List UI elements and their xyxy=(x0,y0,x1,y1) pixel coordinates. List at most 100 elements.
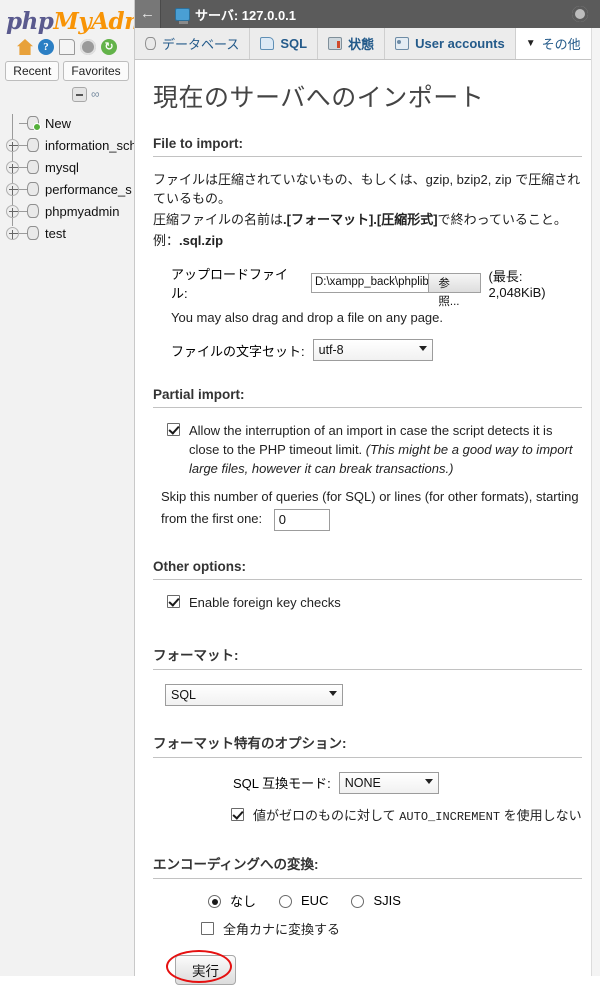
tree-item-performance-schema[interactable]: performance_s xyxy=(0,178,134,200)
foreign-key-row: Enable foreign key checks xyxy=(167,593,582,612)
ai-post: を使用しない xyxy=(500,807,582,823)
allow-interruption-label: Allow the interruption of an import in c… xyxy=(189,421,582,478)
tab-label: SQL xyxy=(280,36,308,51)
auto-increment-row: 値がゼロのものに対して AUTO_INCREMENT を使用しない xyxy=(231,806,582,827)
import-form: 現在のサーバへのインポート File to import: ファイルは圧縮されて… xyxy=(135,60,600,985)
upload-file-label: アップロードファイル: xyxy=(171,267,289,301)
tab-bar: データベース SQL 状態 User accounts ▼ その他 xyxy=(135,28,600,60)
tree-label: New xyxy=(45,115,72,131)
database-icon xyxy=(27,226,39,240)
allow-interruption-row: Allow the interruption of an import in c… xyxy=(167,421,582,478)
expand-icon[interactable] xyxy=(6,226,19,240)
desc3-bold: .sql.zip xyxy=(179,233,224,248)
auto-increment-checkbox[interactable] xyxy=(231,807,244,821)
tree-item-test[interactable]: test xyxy=(0,222,134,244)
encoding-label-sjis: SJIS xyxy=(373,892,401,908)
encoding-radio-sjis[interactable] xyxy=(351,895,365,909)
back-button[interactable]: ← xyxy=(135,0,161,28)
status-icon xyxy=(328,37,343,50)
sql-compat-select-wrapper: NONE xyxy=(338,771,439,794)
format-select[interactable]: SQL xyxy=(165,683,343,706)
tab-status[interactable]: 状態 xyxy=(318,28,386,59)
scroll-strip[interactable] xyxy=(591,28,600,976)
encoding-radio-group: なし EUC SJIS xyxy=(203,891,582,910)
allow-interruption-checkbox[interactable] xyxy=(167,423,180,436)
tab-user-accounts[interactable]: User accounts xyxy=(385,28,516,59)
browse-button[interactable]: 参照... xyxy=(428,274,480,308)
sql-compat-label: SQL 互換モード: xyxy=(233,776,331,792)
foreign-key-checkbox[interactable] xyxy=(167,594,180,608)
execute-button-wrapper: 実行 xyxy=(166,949,236,985)
file-path-value: D:\xampp_back\phplibs.s xyxy=(314,276,429,288)
tree-label: information_sch xyxy=(45,137,134,153)
tree-connector xyxy=(19,210,27,212)
server-topbar: ← サーバ: 127.0.0.1 xyxy=(135,0,600,28)
desc2-post: で終わっていること。 xyxy=(437,212,567,227)
file-input[interactable]: D:\xampp_back\phplibs.s 参照... xyxy=(310,273,481,308)
settings-icon[interactable] xyxy=(80,39,96,55)
expand-icon[interactable] xyxy=(6,182,19,196)
expand-icon[interactable] xyxy=(6,204,19,218)
page-title: 現在のサーバへのインポート xyxy=(153,84,485,112)
encoding-radio-euc[interactable] xyxy=(279,895,293,909)
tab-label: User accounts xyxy=(415,36,505,51)
format-select-wrapper: SQL xyxy=(165,683,343,706)
favorites-button[interactable]: Favorites xyxy=(63,61,129,81)
tree-label: performance_s xyxy=(45,181,132,197)
zenkaku-checkbox[interactable] xyxy=(201,921,214,935)
charset-select-wrapper: utf-8 xyxy=(312,339,433,361)
tab-label: データベース xyxy=(162,37,240,52)
sidebar: phpMyAdm ? ↻ Recent Favorites ∞ New info… xyxy=(0,0,135,976)
section-format-specific-options: フォーマット特有のオプション: xyxy=(153,732,582,758)
charset-select[interactable]: utf-8 xyxy=(312,339,433,361)
tree-label: test xyxy=(45,225,66,241)
foreign-key-label: Enable foreign key checks xyxy=(189,594,341,610)
database-tree: New information_sch mysql performance_s … xyxy=(0,106,134,244)
encoding-radio-none[interactable] xyxy=(208,895,221,909)
tree-item-mysql[interactable]: mysql xyxy=(0,156,134,178)
auto-increment-label: 値がゼロのものに対して AUTO_INCREMENT を使用しない xyxy=(253,806,582,827)
help-icon[interactable]: ? xyxy=(38,39,54,55)
tree-item-phpmyadmin[interactable]: phpmyadmin xyxy=(0,200,134,222)
encoding-label-euc: EUC xyxy=(301,892,329,908)
tree-item-new[interactable]: New xyxy=(0,112,134,134)
charset-label: ファイルの文字セット: xyxy=(171,343,305,359)
server-icon xyxy=(175,7,190,24)
chain-link-icon[interactable]: ∞ xyxy=(91,87,106,102)
home-icon[interactable] xyxy=(17,39,33,55)
tree-connector xyxy=(19,232,27,234)
documentation-icon[interactable] xyxy=(59,39,75,55)
tree-item-information-schema[interactable]: information_sch xyxy=(0,134,134,156)
recent-favorites-row: Recent Favorites xyxy=(0,60,134,84)
section-format: フォーマット: xyxy=(153,644,582,670)
tab-more[interactable]: ▼ その他 xyxy=(515,28,591,59)
tab-databases[interactable]: データベース xyxy=(135,28,251,59)
ai-pre: 値がゼロのものに対して xyxy=(253,807,400,823)
file-desc-line3: 例：.sql.zip xyxy=(153,231,582,250)
logo-text-myadmin: MyAdm xyxy=(53,8,134,35)
collapse-all-icon[interactable] xyxy=(72,87,87,102)
section-other-options: Other options: xyxy=(153,559,582,580)
logo-text-php: php xyxy=(6,8,54,35)
gear-icon[interactable] xyxy=(572,6,588,22)
tab-sql[interactable]: SQL xyxy=(250,28,319,59)
tree-connector xyxy=(19,144,27,146)
sql-compat-select[interactable]: NONE xyxy=(338,771,439,794)
execute-button[interactable]: 実行 xyxy=(175,954,236,985)
recent-button[interactable]: Recent xyxy=(5,61,60,81)
max-size-label: (最長: 2,048KiB) xyxy=(488,269,546,300)
desc2-pre: 圧縮ファイルの名前は xyxy=(153,212,284,227)
expand-icon[interactable] xyxy=(6,160,19,174)
file-desc-line2: 圧縮ファイルの名前は.[フォーマット].[圧縮形式]で終わっていること。 xyxy=(153,210,582,229)
phpmyadmin-logo[interactable]: phpMyAdm xyxy=(0,0,134,37)
database-icon xyxy=(27,138,39,152)
desc2-bold: .[フォーマット].[圧縮形式] xyxy=(283,212,438,227)
chevron-down-icon: ▼ xyxy=(525,38,536,49)
tree-connector xyxy=(19,188,27,190)
reload-icon[interactable]: ↻ xyxy=(101,39,117,55)
zenkaku-label: 全角カナに変換する xyxy=(223,921,341,937)
sidebar-icon-row: ? ↻ xyxy=(0,37,134,60)
tab-label: 状態 xyxy=(348,37,375,52)
skip-queries-input[interactable] xyxy=(273,508,330,531)
expand-icon[interactable] xyxy=(6,138,19,152)
